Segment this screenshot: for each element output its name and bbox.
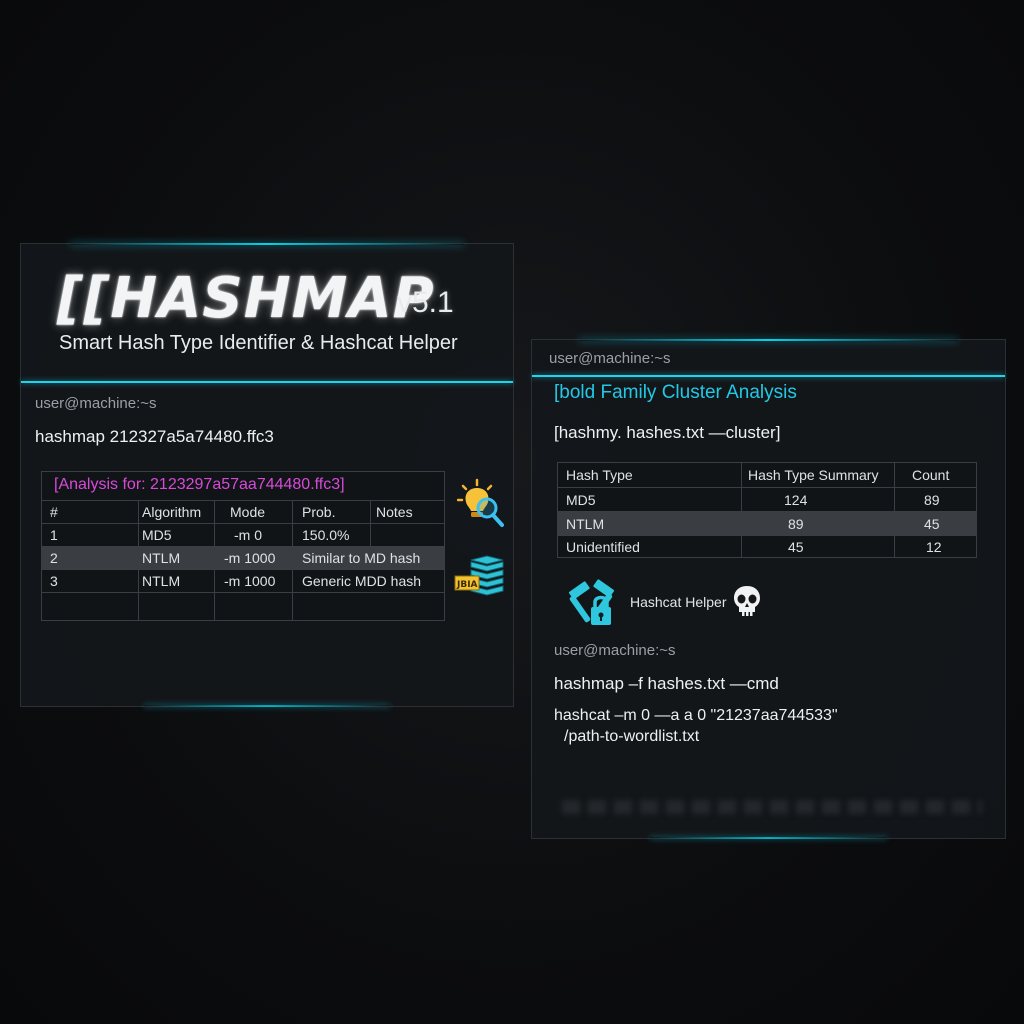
panel-glow-bottom bbox=[650, 837, 887, 839]
header-count: Count bbox=[912, 467, 950, 483]
database-stack-icon[interactable]: JBIA bbox=[453, 554, 505, 609]
table-row[interactable]: 2 NTLM -m 1000 Similar to MD hash bbox=[42, 546, 444, 569]
hammer-lock-icon[interactable] bbox=[566, 576, 626, 635]
header-num: # bbox=[50, 504, 58, 520]
panel-glow-bottom bbox=[144, 705, 390, 707]
svg-text:JBIA: JBIA bbox=[456, 580, 478, 590]
table-row[interactable]: MD5 124 89 bbox=[558, 487, 976, 511]
section-title: [bold Family Cluster Analysis bbox=[554, 382, 797, 403]
row-num: 2 bbox=[50, 550, 58, 566]
header-prob: Prob. bbox=[302, 504, 336, 520]
table-row[interactable]: NTLM 89 45 bbox=[558, 511, 976, 535]
analysis-table: [Analysis for: 2123297a57aa744480.ffc3] … bbox=[41, 471, 445, 621]
hashcat-helper-label: Hashcat Helper bbox=[630, 594, 727, 610]
analysis-header-row: # Algorithm Mode Prob. Notes bbox=[42, 500, 444, 523]
table-row[interactable]: 1 MD5 -m 0 150.0% bbox=[42, 523, 444, 546]
header-summary: Hash Type Summary bbox=[748, 467, 879, 483]
app-logo: [[HASHMAP bbox=[57, 266, 435, 331]
wordlist-path: /path-to-wordlist.txt bbox=[564, 728, 700, 745]
header-hash-type: Hash Type bbox=[566, 467, 633, 483]
command-line[interactable]: hashmap 212327a5a74480.ffc3 bbox=[35, 427, 274, 447]
header-divider bbox=[532, 375, 1005, 377]
table-row-empty bbox=[42, 592, 444, 620]
row-prob: Generic MDD hash bbox=[302, 573, 422, 589]
row-summary: 124 bbox=[784, 492, 808, 508]
row-summary: 45 bbox=[788, 539, 804, 555]
analysis-title: [Analysis for: 2123297a57aa744480.ffc3] bbox=[54, 476, 345, 493]
skull-icon bbox=[732, 584, 762, 623]
cluster-analysis-window: user@machine:~s [bold Family Cluster Ana… bbox=[531, 339, 1006, 839]
shell-prompt: user@machine:~s bbox=[554, 642, 676, 659]
header-notes: Notes bbox=[376, 504, 413, 520]
table-row[interactable]: 3 NTLM -m 1000 Generic MDD hash bbox=[42, 569, 444, 592]
row-summary: 89 bbox=[788, 516, 804, 532]
row-num: 3 bbox=[50, 573, 58, 589]
app-tagline: Smart Hash Type Identifier & Hashcat Hel… bbox=[59, 332, 458, 354]
row-algorithm: NTLM bbox=[142, 550, 181, 566]
shell-prompt: user@machine:~s bbox=[35, 395, 157, 412]
row-mode: -m 1000 bbox=[224, 573, 276, 589]
shell-prompt: user@machine:~s bbox=[549, 350, 671, 367]
blurred-output bbox=[562, 800, 982, 814]
cluster-command[interactable]: [hashmy. hashes.txt —cluster] bbox=[554, 423, 780, 443]
row-prob: Similar to MD hash bbox=[302, 550, 421, 566]
row-mode: -m 0 bbox=[234, 527, 262, 543]
app-version: v5.1 bbox=[397, 286, 454, 319]
row-algorithm: MD5 bbox=[142, 527, 172, 543]
row-mode: -m 1000 bbox=[224, 550, 276, 566]
row-prob: 150.0% bbox=[302, 527, 350, 543]
hashmap-analysis-window: [[HASHMAP v5.1 Smart Hash Type Identifie… bbox=[20, 243, 514, 707]
hashcat-output-line: hashcat –m 0 —a a 0 "21237aa744533" bbox=[554, 707, 838, 724]
panel-glow-top bbox=[579, 339, 958, 341]
cmd-command[interactable]: hashmap –f hashes.txt —cmd bbox=[554, 674, 779, 694]
row-algorithm: NTLM bbox=[142, 573, 181, 589]
header-divider bbox=[21, 381, 513, 383]
row-hash-type: Unidentified bbox=[566, 539, 640, 555]
row-count: 45 bbox=[924, 516, 940, 532]
row-hash-type: NTLM bbox=[566, 516, 605, 532]
header-mode: Mode bbox=[230, 504, 266, 520]
header-algorithm: Algorithm bbox=[142, 504, 202, 520]
table-row[interactable]: Unidentified 45 12 bbox=[558, 535, 976, 557]
row-count: 89 bbox=[924, 492, 940, 508]
cluster-table: Hash Type Hash Type Summary Count MD5 12… bbox=[557, 462, 977, 558]
row-count: 12 bbox=[926, 539, 942, 555]
panel-glow-top bbox=[70, 243, 464, 245]
row-num: 1 bbox=[50, 527, 58, 543]
row-hash-type: MD5 bbox=[566, 492, 596, 508]
cluster-header-row: Hash Type Hash Type Summary Count bbox=[558, 463, 976, 487]
lightbulb-search-icon[interactable] bbox=[456, 478, 507, 535]
